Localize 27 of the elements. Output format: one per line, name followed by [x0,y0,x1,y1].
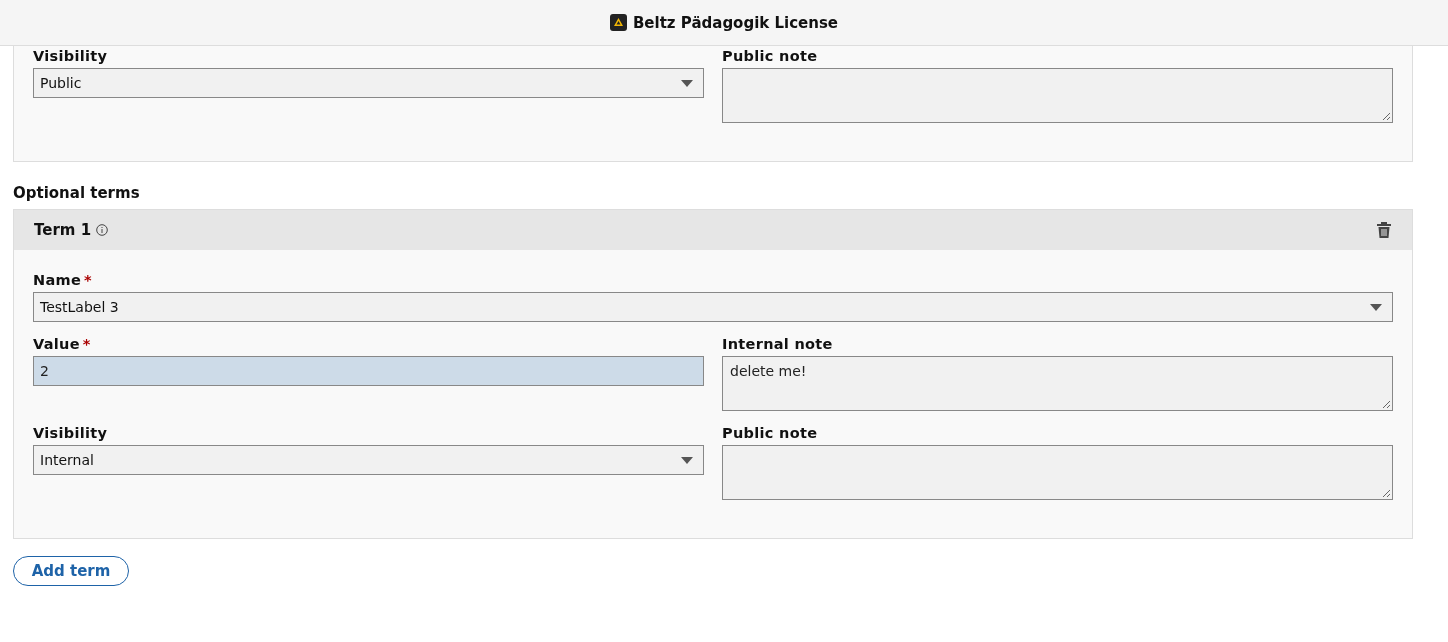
dropdown[interactable]: Public [33,68,704,98]
resize-grip-icon [1382,489,1391,498]
window-title: Beltz Pädagogik License [632,13,839,32]
term-title: Term 1 [34,221,92,239]
trash-icon[interactable] [1376,221,1392,239]
field-label: Internal note [722,336,834,352]
field-label: Visibility [33,425,109,441]
caret-icon [681,79,693,87]
field-label: Visibility [33,48,109,64]
field-label: Public note [722,48,819,64]
dropdown[interactable]: TestLabel 3 [33,292,1393,322]
section-title: Optional terms [13,184,141,202]
add-term-button[interactable]: Add term [13,556,129,586]
field-label: Value * [33,336,92,352]
input-field[interactable]: 2 [33,356,704,386]
caret-icon [681,456,693,464]
field-label: Public note [722,425,819,441]
text-area[interactable] [722,68,1393,123]
info-icon[interactable] [96,224,109,236]
text-area[interactable] [722,445,1393,500]
dropdown[interactable]: Internal [33,445,704,475]
caret-icon [1370,303,1382,311]
field-label: Name * [33,272,93,288]
logo-icon [609,14,627,31]
resize-grip-icon [1382,400,1391,409]
text-area[interactable]: delete me! [722,356,1393,411]
resize-grip-icon [1382,112,1391,121]
